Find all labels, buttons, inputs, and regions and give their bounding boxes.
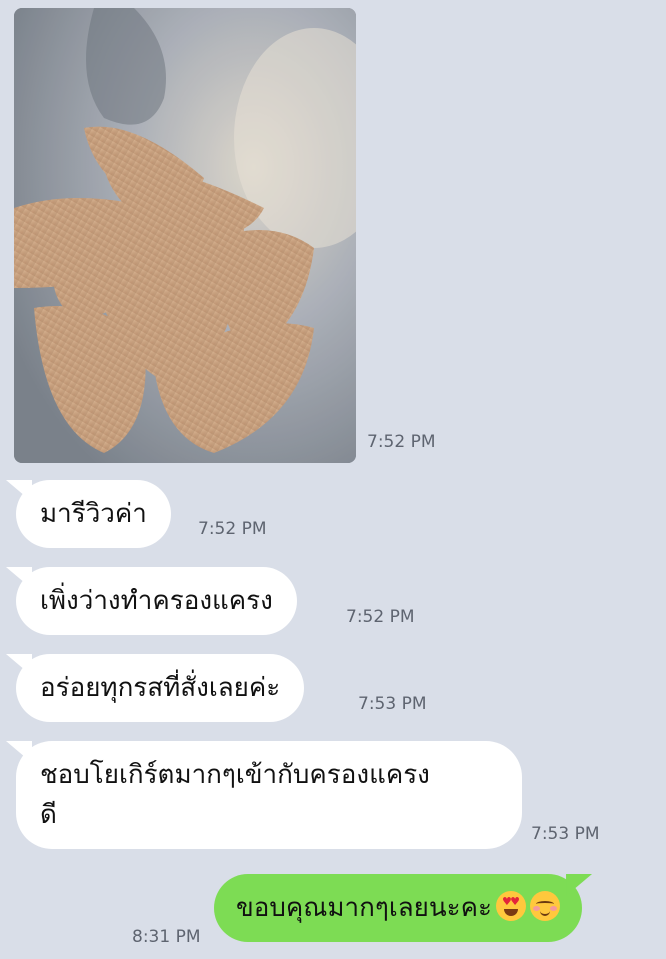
fried-snack-photo xyxy=(14,8,356,463)
message-timestamp: 7:52 PM xyxy=(198,519,267,539)
message-bubble-incoming[interactable]: อร่อยทุกรสที่สั่งเลยค่ะ xyxy=(16,654,305,722)
message-timestamp: 8:31 PM xyxy=(132,927,201,947)
message-text: เพิ่งว่างทำครองแครง xyxy=(40,586,273,616)
message-text: มารีวิวค่า xyxy=(40,499,147,529)
message-timestamp: 7:53 PM xyxy=(531,824,600,844)
smiling-face-with-heart-eyes-icon xyxy=(496,891,527,921)
message-text-line: ดี xyxy=(40,800,57,830)
message-timestamp: 7:52 PM xyxy=(367,432,436,452)
message-bubble-incoming[interactable]: ชอบโยเกิร์ตมากๆเข้ากับครองแครง ดี xyxy=(16,741,522,849)
message-text: ขอบคุณมากๆเลยนะคะ xyxy=(236,893,493,923)
message-bubble-incoming[interactable]: มารีวิวค่า xyxy=(16,480,171,548)
message-text: อร่อยทุกรสที่สั่งเลยค่ะ xyxy=(40,673,281,703)
message-bubble-incoming[interactable]: เพิ่งว่างทำครองแครง xyxy=(16,567,297,635)
message-text-line: ชอบโยเกิร์ตมากๆเข้ากับครองแครง xyxy=(40,760,430,790)
shared-photo[interactable] xyxy=(14,8,356,463)
message-timestamp: 7:53 PM xyxy=(358,694,427,714)
message-timestamp: 7:52 PM xyxy=(346,607,415,627)
message-bubble-outgoing[interactable]: ขอบคุณมากๆเลยนะคะ xyxy=(214,874,583,942)
smiling-face-blushing-icon xyxy=(530,891,561,921)
